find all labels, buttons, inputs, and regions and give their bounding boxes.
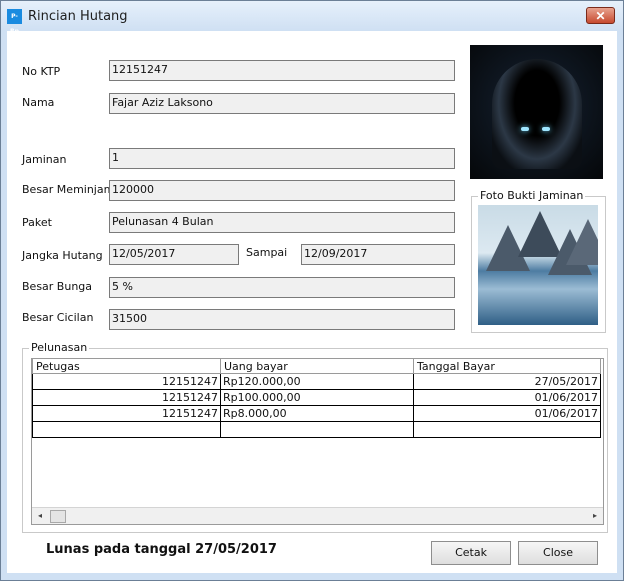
jaminan-field[interactable]: 1	[109, 148, 455, 169]
paket-field[interactable]: Pelunasan 4 Bulan	[109, 212, 455, 233]
hooded-figure-image	[492, 59, 582, 169]
cell-tanggal-bayar[interactable]: 27/05/2017	[413, 373, 601, 390]
cell-uang-bayar[interactable]: Rp100.000,00	[220, 389, 414, 406]
close-button[interactable]: Close	[518, 541, 598, 565]
cell-tanggal-bayar[interactable]	[413, 421, 601, 438]
foto-bukti-jaminan-label: Foto Bukti Jaminan	[478, 189, 586, 202]
title-bar[interactable]: P-Rp Rincian Hutang ✕	[1, 1, 623, 35]
table-row[interactable]: 12151247 Rp120.000,00 27/05/2017	[32, 373, 601, 390]
dialog-body: No KTP 12151247 Nama Fajar Aziz Laksono …	[7, 31, 617, 573]
besar-meminjam-label: Besar Meminjam	[22, 183, 115, 196]
nama-label: Nama	[22, 96, 55, 109]
scrollbar-thumb[interactable]	[50, 510, 66, 523]
horizontal-scrollbar[interactable]: ◂ ▸	[32, 507, 603, 524]
nama-field[interactable]: Fajar Aziz Laksono	[109, 93, 455, 114]
besar-cicilan-field[interactable]: 31500	[109, 309, 455, 330]
table-header-row: Petugas Uang bayar Tanggal Bayar	[32, 359, 601, 374]
pelunasan-grid[interactable]: Petugas Uang bayar Tanggal Bayar 1215124…	[31, 358, 604, 525]
column-header-uang-bayar[interactable]: Uang bayar	[220, 359, 414, 374]
window-close-button[interactable]: ✕	[586, 7, 615, 24]
jangka-hutang-field[interactable]: 12/05/2017	[109, 244, 239, 265]
sampai-field[interactable]: 12/09/2017	[301, 244, 455, 265]
pelunasan-table: Petugas Uang bayar Tanggal Bayar 1215124…	[32, 359, 601, 438]
table-row[interactable]: 12151247 Rp100.000,00 01/06/2017	[32, 389, 601, 406]
cell-petugas[interactable]: 12151247	[32, 389, 221, 406]
cell-petugas[interactable]	[32, 421, 221, 438]
window-title: Rincian Hutang	[28, 9, 128, 24]
paket-label: Paket	[22, 216, 52, 229]
table-row-new[interactable]	[32, 421, 601, 438]
app-icon: P-Rp	[7, 9, 22, 35]
profile-photo	[470, 45, 603, 179]
scroll-right-icon[interactable]: ▸	[587, 508, 603, 524]
besar-meminjam-field[interactable]: 120000	[109, 180, 455, 201]
column-header-tanggal-bayar[interactable]: Tanggal Bayar	[413, 359, 601, 374]
rincian-hutang-window: P-Rp Rincian Hutang ✕ No KTP 12151247 Na…	[0, 0, 624, 581]
besar-bunga-label: Besar Bunga	[22, 280, 93, 293]
sampai-label: Sampai	[246, 246, 288, 259]
cell-petugas[interactable]: 12151247	[32, 373, 221, 390]
evidence-photo	[478, 205, 598, 325]
pelunasan-label: Pelunasan	[29, 341, 90, 354]
column-header-petugas[interactable]: Petugas	[32, 359, 221, 374]
cell-uang-bayar[interactable]	[220, 421, 414, 438]
cell-petugas[interactable]: 12151247	[32, 405, 221, 422]
lunas-status-text: Lunas pada tanggal 27/05/2017	[46, 542, 277, 557]
besar-cicilan-label: Besar Cicilan	[22, 311, 94, 324]
besar-bunga-field[interactable]: 5 %	[109, 277, 455, 298]
cetak-button[interactable]: Cetak	[431, 541, 511, 565]
jaminan-label: Jaminan	[22, 153, 67, 166]
cell-uang-bayar[interactable]: Rp8.000,00	[220, 405, 414, 422]
table-row[interactable]: 12151247 Rp8.000,00 01/06/2017	[32, 405, 601, 422]
cell-tanggal-bayar[interactable]: 01/06/2017	[413, 405, 601, 422]
no-ktp-field[interactable]: 12151247	[109, 60, 455, 81]
scroll-left-icon[interactable]: ◂	[32, 508, 48, 524]
jangka-hutang-label: Jangka Hutang	[22, 249, 103, 262]
cell-uang-bayar[interactable]: Rp120.000,00	[220, 373, 414, 390]
no-ktp-label: No KTP	[22, 65, 61, 78]
cell-tanggal-bayar[interactable]: 01/06/2017	[413, 389, 601, 406]
